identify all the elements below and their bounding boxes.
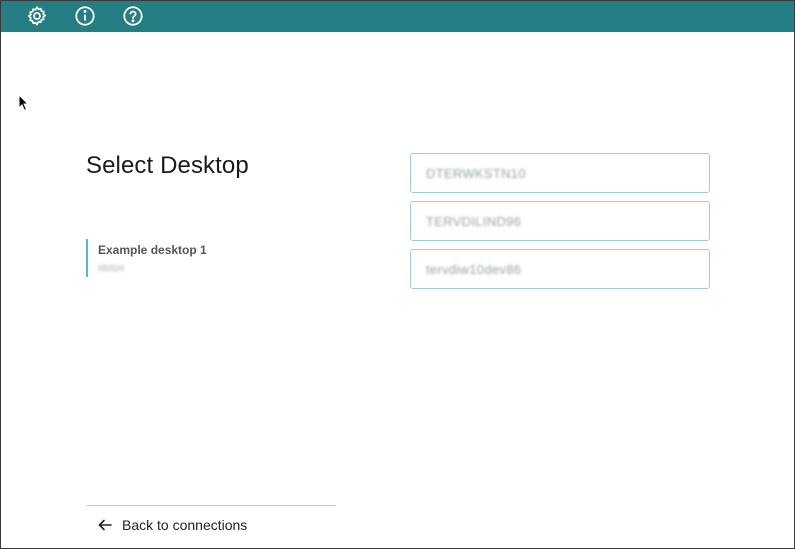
host-option-1[interactable]: DTERWKSTN10 [410, 153, 710, 193]
help-icon [123, 6, 143, 26]
host-option-label: TERVDILIND96 [426, 213, 522, 229]
info-button[interactable] [73, 4, 97, 28]
footer-divider [86, 505, 336, 506]
host-option-label: DTERWKSTN10 [426, 165, 526, 181]
arrow-left-icon [98, 519, 112, 531]
host-option-3[interactable]: tervdiw10dev86 [410, 249, 710, 289]
back-to-connections-link[interactable]: Back to connections [98, 515, 247, 535]
app-window: Select Desktop Example desktop 1 elotze … [0, 0, 795, 549]
host-option-label: tervdiw10dev86 [426, 261, 522, 277]
host-option-2[interactable]: TERVDILIND96 [410, 201, 710, 241]
back-link-label: Back to connections [122, 517, 248, 533]
top-toolbar [1, 1, 794, 32]
desktop-list-item[interactable]: Example desktop 1 elotze [86, 239, 326, 277]
mouse-pointer-icon [18, 94, 30, 112]
settings-button[interactable] [25, 4, 49, 28]
page-title: Select Desktop [86, 152, 249, 179]
help-button[interactable] [121, 4, 145, 28]
gear-icon [28, 6, 46, 26]
desktop-name: Example desktop 1 [98, 243, 207, 257]
info-icon [75, 6, 95, 26]
desktop-detail: elotze [98, 263, 125, 274]
